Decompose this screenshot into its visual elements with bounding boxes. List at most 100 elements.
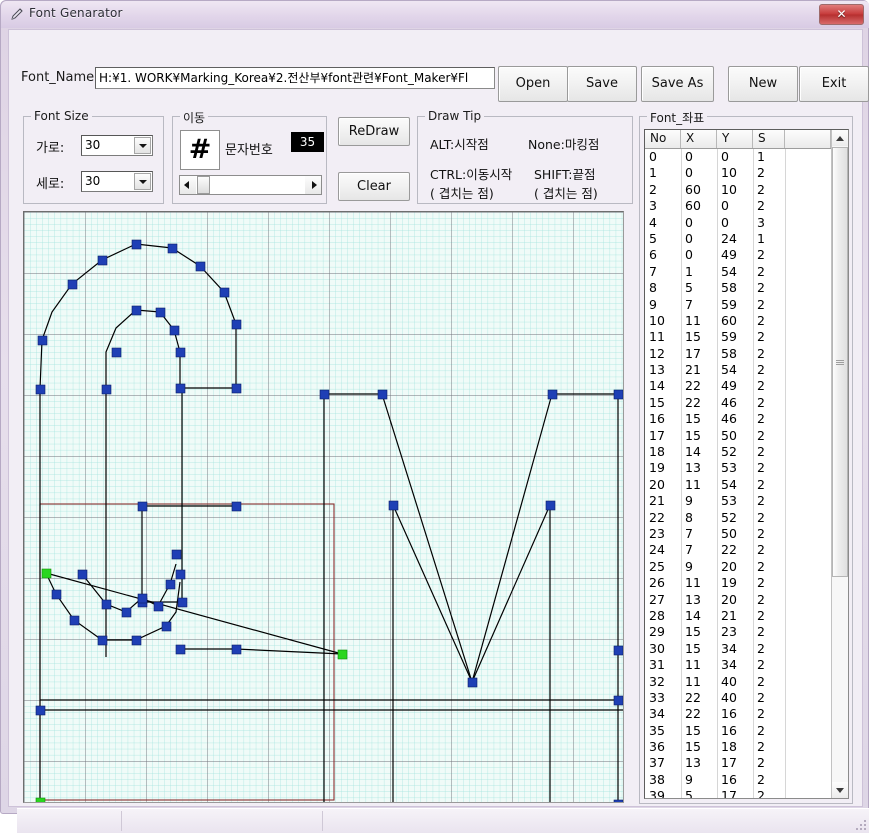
column-header-x[interactable]: X [681,130,717,148]
close-button[interactable]: ✕ [819,4,864,25]
table-row[interactable]: 26 11 19 2 [645,575,831,591]
cell-y: 59 [721,329,737,345]
table-row[interactable]: 34 22 16 2 [645,706,831,722]
exit-button[interactable]: Exit [799,66,869,102]
table-row[interactable]: 15 22 46 2 [645,395,831,411]
table-row[interactable]: 19 13 53 2 [645,460,831,476]
font-height-value: 30 [85,174,101,188]
column-header-no[interactable]: No [645,130,681,148]
save-button[interactable]: Save [567,66,637,102]
cell-no: 25 [649,558,665,574]
glyph-canvas[interactable] [23,211,624,803]
scrollbar-thumb[interactable] [832,147,848,577]
cell-no: 3 [649,198,657,214]
table-row[interactable]: 0 0 0 1 [645,149,831,165]
cell-s: 2 [757,181,765,197]
cell-x: 15 [685,411,701,427]
table-row[interactable]: 8 5 58 2 [645,280,831,296]
table-row[interactable]: 22 8 52 2 [645,510,831,526]
table-row[interactable]: 28 14 21 2 [645,608,831,624]
table-row[interactable]: 27 13 20 2 [645,592,831,608]
table-row[interactable]: 39 5 17 2 [645,788,831,799]
table-row[interactable]: 3 60 0 2 [645,198,831,214]
glyph-canvas-svg[interactable] [24,212,623,802]
cell-y: 0 [721,214,729,230]
cell-no: 39 [649,788,665,799]
cell-y: 17 [721,755,737,771]
table-row[interactable]: 17 15 50 2 [645,428,831,444]
save-as-button[interactable]: Save As [641,66,714,102]
font-height-select[interactable]: 30 [81,171,153,192]
clear-button[interactable]: Clear [338,172,410,201]
table-row[interactable]: 12 17 58 2 [645,346,831,362]
cell-x: 15 [685,624,701,640]
cell-y: 59 [721,296,737,312]
chevron-down-icon[interactable] [134,173,151,190]
redraw-button[interactable]: ReDraw [338,117,410,146]
table-row[interactable]: 33 22 40 2 [645,690,831,706]
table-row[interactable]: 37 13 17 2 [645,755,831,771]
scrollbar-thumb[interactable] [197,176,210,194]
table-row[interactable]: 9 7 59 2 [645,297,831,313]
cell-y: 24 [721,230,737,246]
cell-s: 1 [757,149,765,164]
table-row[interactable]: 31 11 34 2 [645,657,831,673]
column-header-y[interactable]: Y [717,130,753,148]
new-button[interactable]: New [728,66,798,102]
font-name-input[interactable]: H:¥1. WORK¥Marking_Korea¥2.전산부¥font관련¥Fo… [95,67,495,89]
table-row[interactable]: 5 0 24 1 [645,231,831,247]
table-row[interactable]: 10 11 60 2 [645,313,831,329]
column-header-empty[interactable] [785,130,831,148]
cell-x: 5 [685,280,693,296]
cell-no: 18 [649,444,665,460]
table-row[interactable]: 11 15 59 2 [645,329,831,345]
table-row[interactable]: 2 60 10 2 [645,182,831,198]
table-row[interactable]: 24 7 22 2 [645,542,831,558]
table-row[interactable]: 32 11 40 2 [645,674,831,690]
cell-y: 16 [721,706,737,722]
coordinates-scrollbar[interactable] [831,130,848,798]
cell-s: 2 [757,411,765,427]
table-row[interactable]: 18 14 52 2 [645,444,831,460]
app-window: Font Genarator ✕ Font_Name : H:¥1. WORK¥… [0,0,869,833]
table-row[interactable]: 16 15 46 2 [645,411,831,427]
font-width-select[interactable]: 30 [81,135,153,156]
table-row[interactable]: 14 22 49 2 [645,378,831,394]
table-row[interactable]: 4 0 0 3 [645,215,831,231]
cell-y: 0 [721,149,729,164]
arrow-up-icon[interactable] [832,130,848,146]
cell-y: 23 [721,624,737,640]
table-row[interactable]: 23 7 50 2 [645,526,831,542]
cell-x: 9 [685,771,693,787]
table-row[interactable]: 21 9 53 2 [645,493,831,509]
table-row[interactable]: 1 0 10 2 [645,165,831,181]
open-button[interactable]: Open [498,66,568,102]
cell-x: 22 [685,394,701,410]
title-bar: Font Genarator ✕ [1,1,869,28]
table-row[interactable]: 36 15 18 2 [645,739,831,755]
table-row[interactable]: 30 15 34 2 [645,641,831,657]
resize-grip-icon[interactable] [854,818,868,832]
cell-y: 54 [721,263,737,279]
character-number-scrollbar[interactable] [179,175,322,195]
arrow-left-icon[interactable] [180,176,196,194]
table-row[interactable]: 6 0 49 2 [645,247,831,263]
arrow-right-icon[interactable] [305,176,321,194]
table-row[interactable]: 25 9 20 2 [645,559,831,575]
table-row[interactable]: 29 15 23 2 [645,624,831,640]
cell-x: 15 [685,640,701,656]
column-header-s[interactable]: S [753,130,785,148]
table-row[interactable]: 20 11 54 2 [645,477,831,493]
draw-tip-group: Draw Tip ALT:시작점 None:마킹점 CTRL:이동시작 ( 겹치… [417,109,633,204]
arrow-down-icon[interactable] [832,782,848,798]
table-row[interactable]: 7 1 54 2 [645,264,831,280]
coordinates-grid[interactable]: No X Y S 0 0 0 1 1 0 10 2 2 60 10 2 3 60 0 2 4 0 0 3 5 0 24 1 6 0… [644,129,849,799]
table-row[interactable]: 35 15 16 2 [645,723,831,739]
chevron-down-icon[interactable] [134,137,151,154]
table-row[interactable]: 38 9 16 2 [645,772,831,788]
cell-s: 2 [757,739,765,755]
table-row[interactable]: 13 21 54 2 [645,362,831,378]
cell-y: 22 [721,542,737,558]
cell-s: 2 [757,312,765,328]
cell-s: 2 [757,378,765,394]
